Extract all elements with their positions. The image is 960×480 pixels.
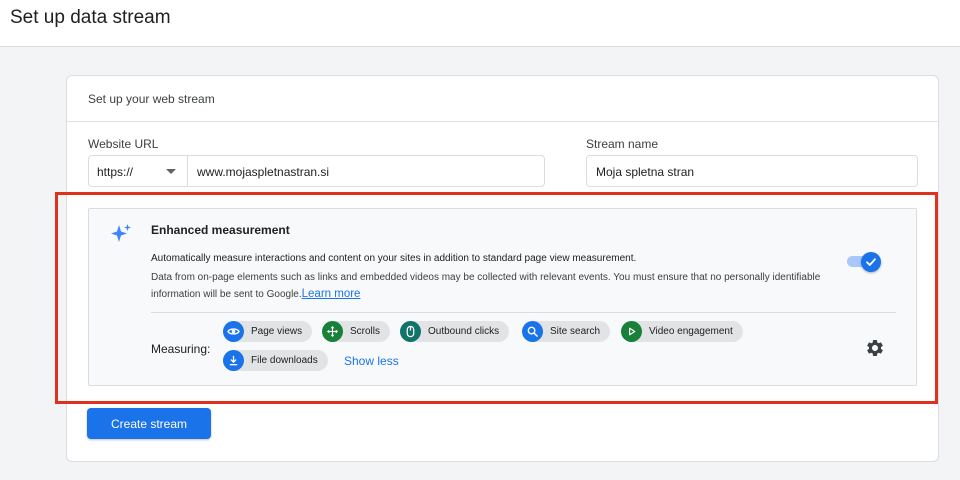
protocol-select[interactable]: https:// bbox=[88, 155, 188, 187]
chip-page-views: Page views bbox=[223, 321, 313, 342]
chip-label: Scrolls bbox=[350, 326, 381, 337]
top-bar: Set up data stream bbox=[0, 0, 960, 47]
toggle-knob bbox=[861, 252, 881, 272]
card-divider bbox=[67, 121, 938, 122]
chip-outbound-clicks: Outbound clicks bbox=[400, 321, 510, 342]
measuring-label: Measuring: bbox=[151, 342, 211, 356]
stream-name-value: Moja spletna stran bbox=[596, 165, 695, 179]
chip-label: Site search bbox=[550, 326, 601, 337]
move-arrows-icon bbox=[322, 321, 343, 342]
chip-label: Page views bbox=[251, 326, 303, 337]
search-icon bbox=[522, 321, 543, 342]
panel-divider bbox=[151, 312, 896, 313]
enhanced-measurement-title: Enhanced measurement bbox=[151, 223, 290, 237]
chip-label: Video engagement bbox=[649, 326, 733, 337]
enhanced-measurement-description: Automatically measure interactions and c… bbox=[151, 253, 637, 264]
learn-more-link[interactable]: Learn more bbox=[302, 288, 361, 300]
protocol-value: https:// bbox=[97, 165, 134, 179]
show-less-link[interactable]: Show less bbox=[344, 354, 399, 368]
note-text: Data from on-page elements such as links… bbox=[151, 272, 821, 300]
sparkle-icon bbox=[111, 224, 131, 242]
enhanced-measurement-note: Data from on-page elements such as links… bbox=[151, 269, 851, 303]
eye-icon bbox=[223, 321, 244, 342]
card-title: Set up your web stream bbox=[88, 92, 215, 106]
page-title: Set up data stream bbox=[10, 7, 171, 28]
website-url-input[interactable]: www.mojaspletnastran.si bbox=[187, 155, 545, 187]
chip-label: Outbound clicks bbox=[428, 326, 500, 337]
chip-file-downloads: File downloads bbox=[223, 350, 328, 371]
enhanced-measurement-toggle[interactable] bbox=[847, 252, 881, 272]
chip-label: File downloads bbox=[251, 355, 318, 366]
chip-site-search: Site search bbox=[522, 321, 611, 342]
chevron-down-icon bbox=[166, 169, 176, 174]
create-stream-button[interactable]: Create stream bbox=[87, 408, 211, 439]
download-icon bbox=[223, 350, 244, 371]
enhanced-measurement-panel: Enhanced measurement Automatically measu… bbox=[88, 208, 917, 386]
chip-video-engagement: Video engagement bbox=[621, 321, 743, 342]
website-url-label: Website URL bbox=[88, 137, 159, 151]
stream-name-input[interactable]: Moja spletna stran bbox=[586, 155, 918, 187]
play-icon bbox=[621, 321, 642, 342]
chip-scrolls: Scrolls bbox=[322, 321, 391, 342]
mouse-icon bbox=[400, 321, 421, 342]
website-url-value: www.mojaspletnastran.si bbox=[197, 165, 330, 179]
gear-icon[interactable] bbox=[865, 338, 885, 358]
stream-name-label: Stream name bbox=[586, 137, 659, 151]
check-icon bbox=[866, 258, 876, 266]
